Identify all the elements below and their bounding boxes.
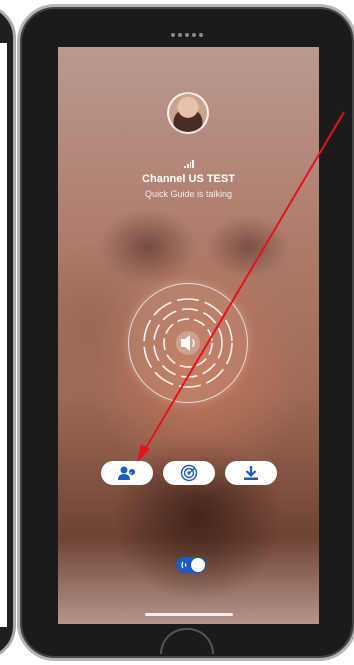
adjacent-phone-screen	[0, 43, 7, 627]
participants-button[interactable]	[101, 461, 153, 485]
speaker-icon	[176, 331, 200, 355]
phone-frame: Channel US TEST Quick Guide is talking	[17, 4, 354, 661]
talking-status: Quick Guide is talking	[144, 189, 233, 199]
push-to-talk-button[interactable]	[128, 283, 248, 403]
call-screen: Channel US TEST Quick Guide is talking	[58, 47, 319, 624]
caller-avatar[interactable]	[167, 92, 209, 134]
hardware-home-button	[160, 628, 214, 654]
screenshot-stage: Channel US TEST Quick Guide is talking	[0, 0, 354, 665]
toggle-knob	[191, 558, 205, 572]
adjacent-phone-frame	[0, 4, 16, 660]
channel-name: Channel US TEST	[142, 173, 235, 185]
talk-rings	[143, 298, 233, 388]
speaker-grille	[171, 33, 203, 37]
download-button[interactable]	[225, 461, 277, 485]
radar-icon	[180, 464, 198, 482]
radar-button[interactable]	[163, 461, 215, 485]
participants-icon	[118, 466, 135, 480]
download-icon	[244, 466, 258, 480]
signal-bars-icon	[184, 160, 194, 168]
sound-toggle[interactable]	[176, 557, 206, 573]
sound-wave-icon	[181, 561, 187, 569]
home-indicator[interactable]	[145, 613, 233, 616]
